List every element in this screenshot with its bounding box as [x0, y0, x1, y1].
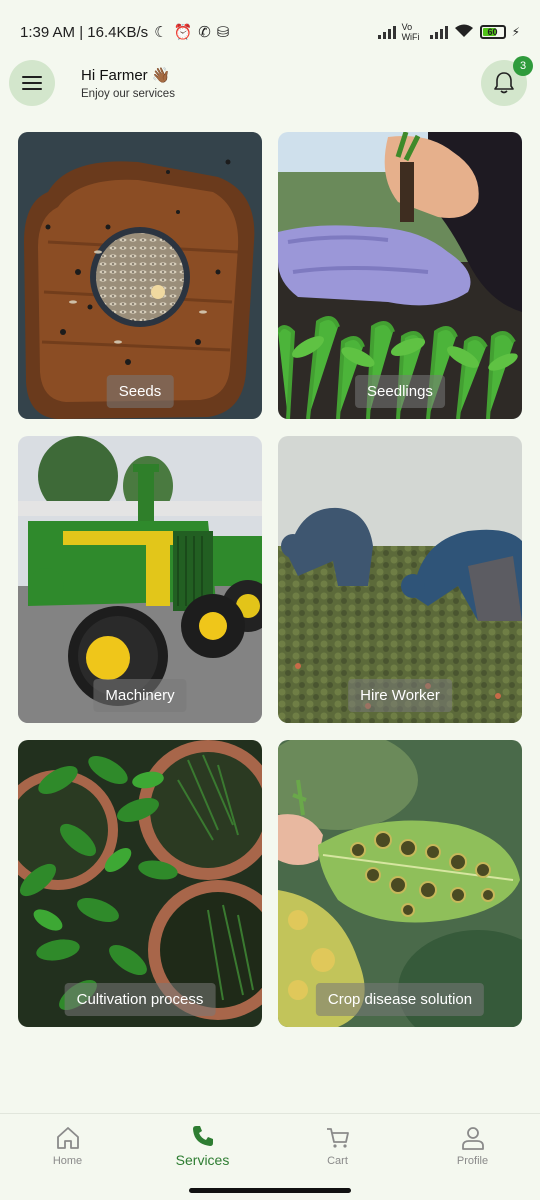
nav-services-label: Services	[175, 1152, 230, 1168]
battery-icon: 60	[479, 25, 506, 39]
cart-icon	[326, 1128, 349, 1148]
nav-services[interactable]: Services	[135, 1114, 270, 1178]
service-card-seedlings[interactable]: Seedlings	[278, 132, 522, 419]
service-label: Seedlings	[355, 375, 445, 408]
wifi-icon	[454, 24, 474, 41]
service-card-seeds[interactable]: Seeds	[18, 132, 262, 419]
menu-button[interactable]	[9, 60, 55, 106]
menu-icon	[22, 76, 42, 78]
service-label: Hire Worker	[348, 679, 452, 712]
service-card-hire-worker[interactable]: Hire Worker	[278, 436, 522, 723]
nav-cart-label: Cart	[327, 1155, 348, 1167]
service-label: Machinery	[93, 679, 187, 712]
greeting: Hi Farmer 👋🏾 Enjoy our services	[81, 66, 175, 100]
home-icon	[56, 1127, 79, 1149]
service-label: Seeds	[106, 375, 174, 408]
bottom-navigation: Home Services Cart Profile	[0, 1113, 540, 1178]
notifications-button[interactable]: 3	[481, 56, 533, 106]
status-bar: 1:39 AM | 16.4KB/s ☾ ⏰ ✆ ⛁ Vo WiFi 60 ⚡	[0, 0, 540, 64]
nav-cart[interactable]: Cart	[270, 1114, 405, 1178]
profile-icon	[461, 1127, 484, 1150]
app-header: Hi Farmer 👋🏾 Enjoy our services 3	[0, 56, 540, 108]
home-indicator-bar[interactable]	[189, 1188, 351, 1193]
services-grid: Seeds Seedlings Machinery Hire Worker Cu…	[18, 132, 522, 1027]
notification-badge: 3	[513, 56, 533, 76]
charging-icon: ⚡	[511, 25, 520, 39]
service-label: Crop disease solution	[315, 983, 485, 1016]
nav-profile[interactable]: Profile	[405, 1114, 540, 1178]
moon-icon: ☾	[154, 24, 168, 41]
greeting-title: Hi Farmer 👋🏾	[81, 67, 171, 84]
vowifi-label: Vo WiFi	[401, 22, 420, 42]
nav-profile-label: Profile	[456, 1155, 489, 1167]
service-card-cultivation-process[interactable]: Cultivation process	[18, 740, 262, 1027]
service-card-crop-disease-solution[interactable]: Crop disease solution	[278, 740, 522, 1027]
status-time: 1:39 AM | 16.4KB/s	[20, 23, 149, 41]
cell-signal-icon-2	[429, 25, 448, 39]
nav-home[interactable]: Home	[0, 1114, 135, 1178]
battery-level: 60	[487, 27, 498, 37]
service-label: Cultivation process	[64, 983, 216, 1016]
greeting-subtitle: Enjoy our services	[81, 88, 175, 100]
service-card-machinery[interactable]: Machinery	[18, 436, 262, 723]
cell-signal-icon	[377, 25, 396, 39]
phone-icon	[192, 1126, 213, 1146]
alarm-icon: ⏰	[173, 24, 193, 41]
sim-icon: ⛁	[216, 24, 230, 41]
bell-icon	[494, 72, 514, 94]
services-screen: 1:39 AM | 16.4KB/s ☾ ⏰ ✆ ⛁ Vo WiFi 60 ⚡	[0, 0, 540, 1200]
whatsapp-icon: ✆	[198, 24, 211, 41]
nav-home-label: Home	[52, 1155, 83, 1167]
